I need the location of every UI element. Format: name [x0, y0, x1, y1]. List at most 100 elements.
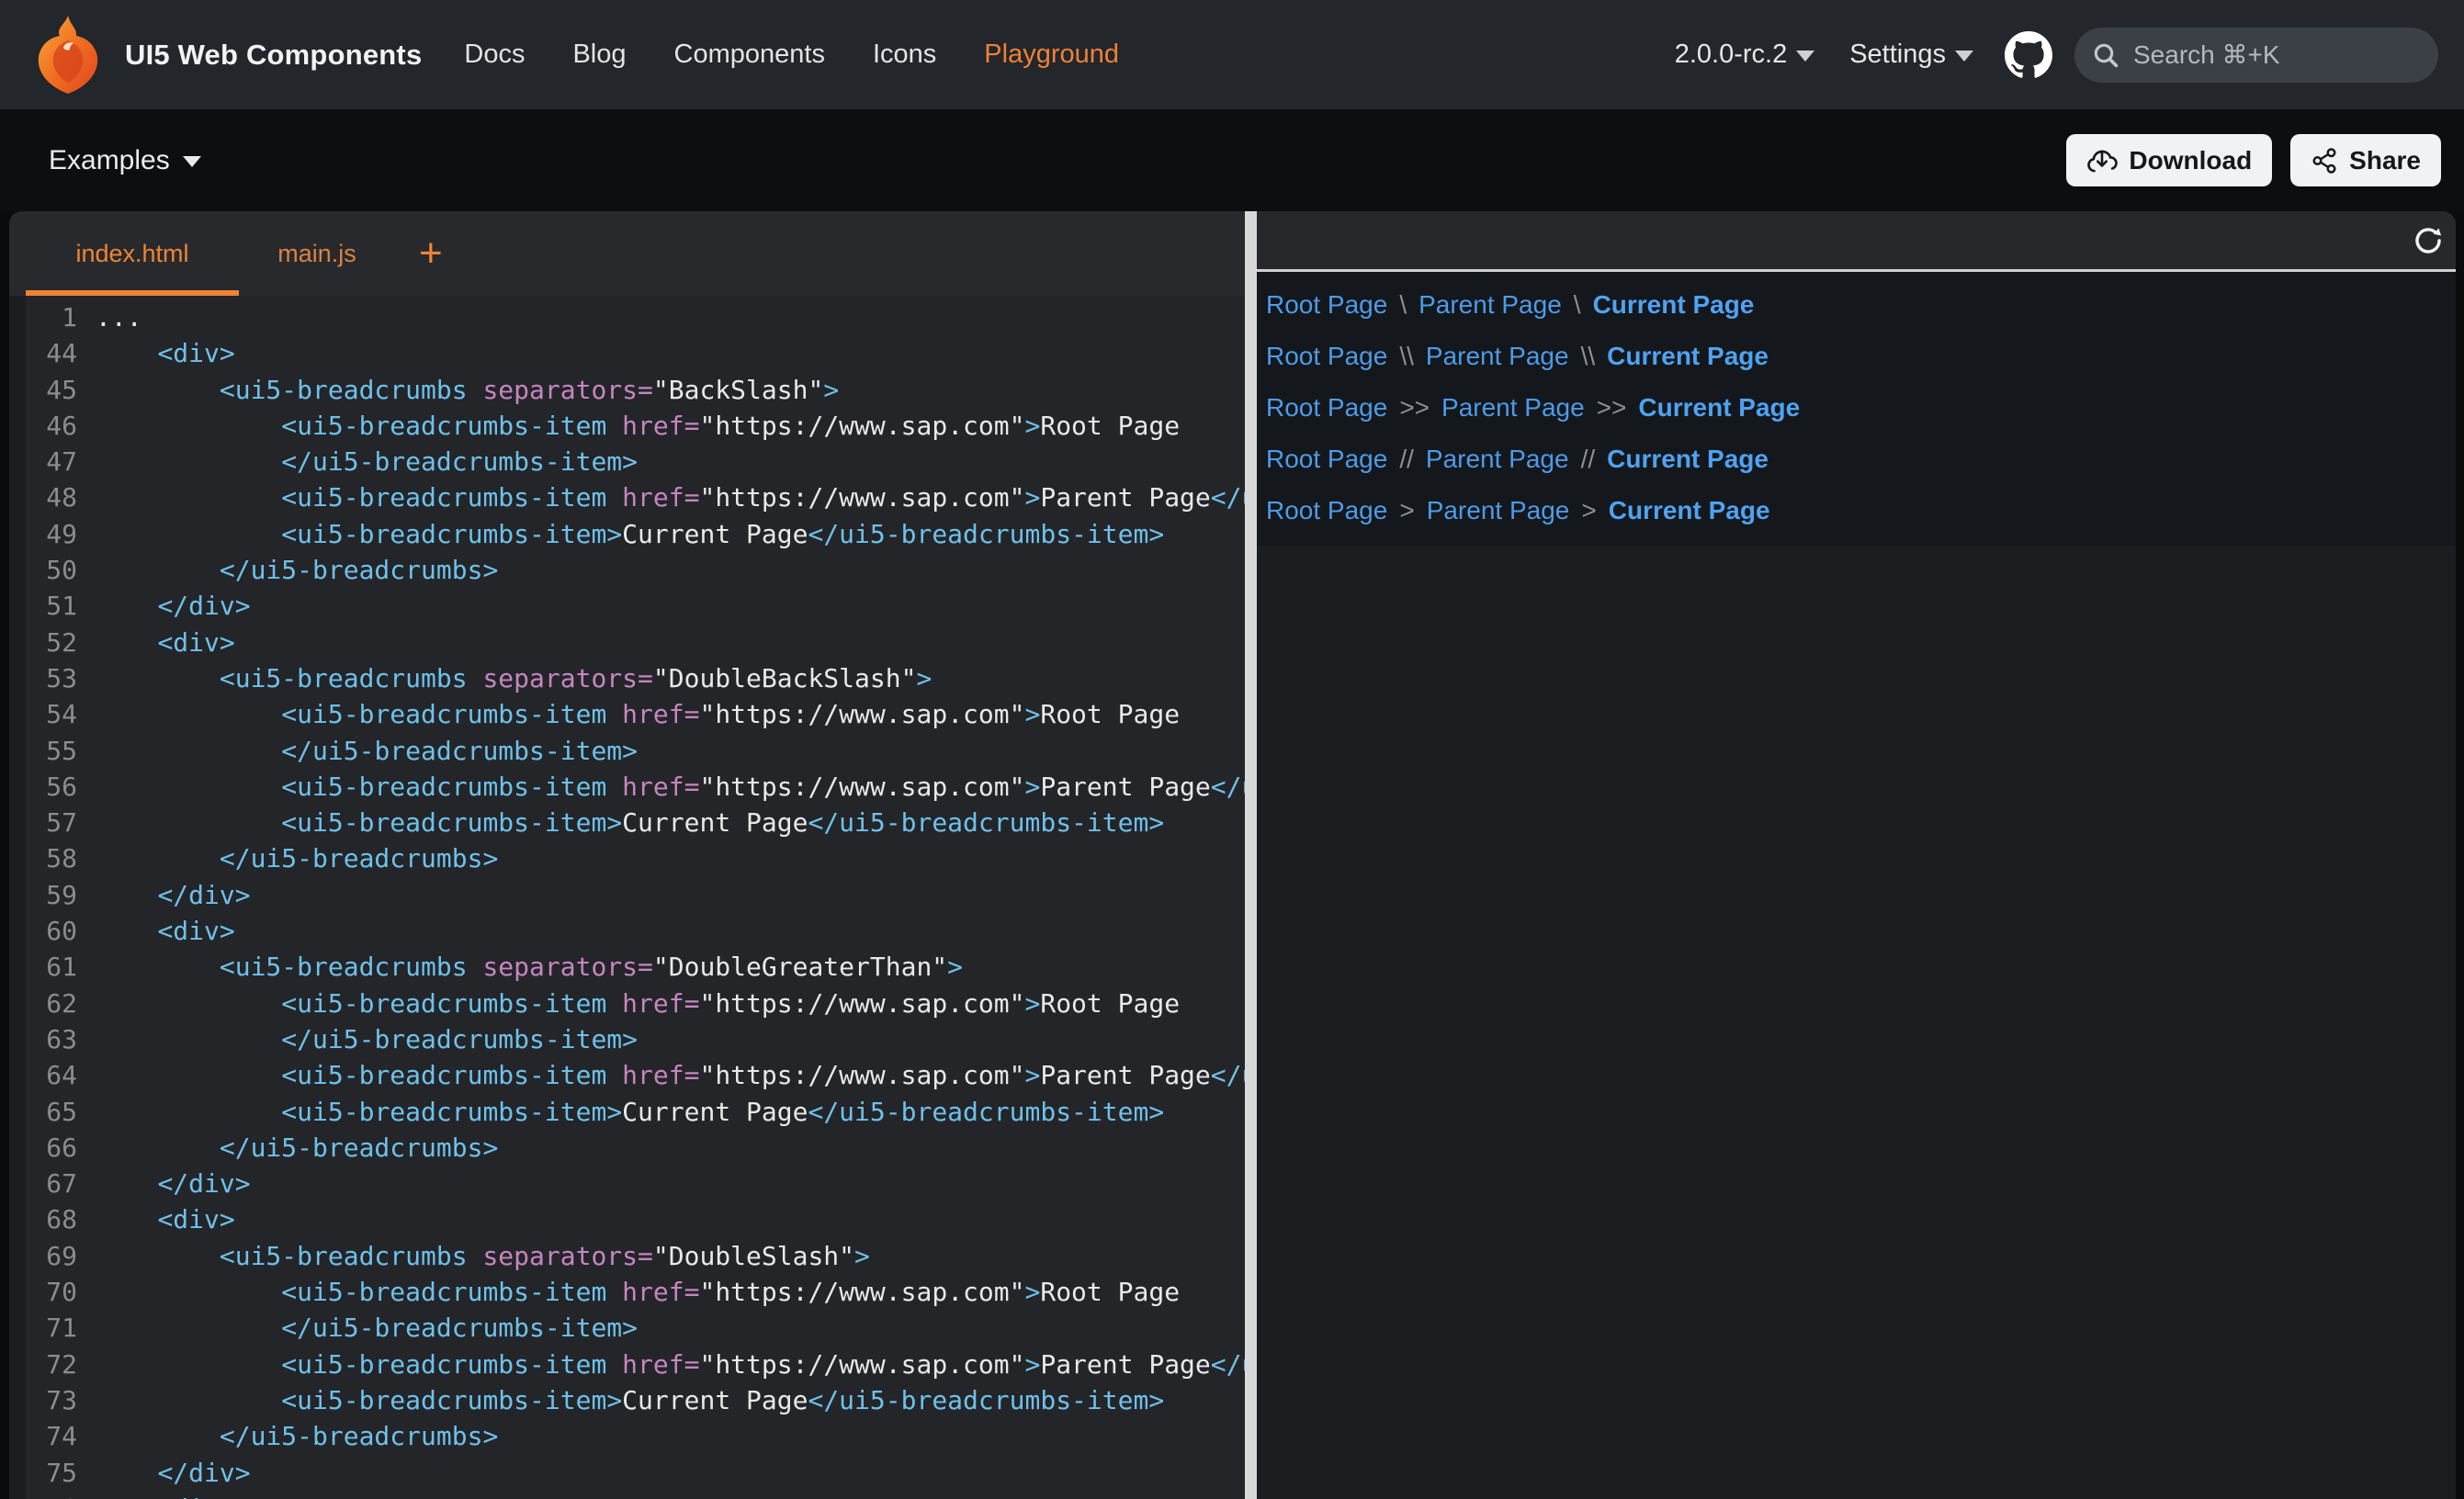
code-text: <ui5-breadcrumbs separators="BackSlash"> [77, 372, 839, 408]
share-button[interactable]: Share [2290, 134, 2441, 186]
code-line: 73 <ui5-breadcrumbs-item>Current Page</u… [9, 1382, 1245, 1418]
breadcrumb-link[interactable]: Root Page [1266, 393, 1387, 423]
breadcrumb-current: Current Page [1638, 393, 1800, 423]
code-line: 65 <ui5-breadcrumbs-item>Current Page</u… [9, 1094, 1245, 1130]
code-line: 46 <ui5-breadcrumbs-item href="https://w… [9, 408, 1245, 444]
breadcrumb-link[interactable]: Root Page [1266, 496, 1387, 525]
breadcrumb-link[interactable]: Root Page [1266, 342, 1387, 371]
code-text: <ui5-breadcrumbs-item>Current Page</ui5-… [77, 1382, 1164, 1418]
code-line: 66 </ui5-breadcrumbs> [9, 1130, 1245, 1166]
breadcrumb-row: Root Page>Parent Page>Current Page [1266, 485, 2456, 536]
nav-link-icons[interactable]: Icons [873, 39, 936, 70]
top-navbar: UI5 Web Components Docs Blog Components … [0, 0, 2464, 109]
code-line: 55 </ui5-breadcrumbs-item> [9, 733, 1245, 769]
settings-dropdown[interactable]: Settings [1849, 39, 1973, 70]
breadcrumb-row: Root Page\Parent Page\Current Page [1266, 279, 2456, 331]
preview-breadcrumbs: Root Page\Parent Page\Current PageRoot P… [1257, 272, 2456, 546]
code-line: 62 <ui5-breadcrumbs-item href="https://w… [9, 986, 1245, 1021]
code-line: 47 </ui5-breadcrumbs-item> [9, 444, 1245, 479]
examples-label: Examples [49, 145, 170, 176]
nav-link-playground[interactable]: Playground [984, 39, 1119, 70]
code-text: <div> [77, 1491, 235, 1499]
code-text: </ui5-breadcrumbs-item> [77, 1021, 638, 1057]
tab-main-js[interactable]: main.js [239, 211, 395, 296]
code-text: <ui5-breadcrumbs-item href="https://www.… [77, 1274, 1180, 1310]
code-text: <ui5-breadcrumbs separators="DoubleSlash… [77, 1238, 870, 1274]
nav-link-blog[interactable]: Blog [572, 39, 626, 70]
code-line: 64 <ui5-breadcrumbs-item href="https://w… [9, 1057, 1245, 1093]
chevron-down-icon [1796, 51, 1814, 62]
chevron-down-icon [1955, 51, 1973, 62]
pane-splitter[interactable] [1245, 211, 1257, 1499]
chevron-down-icon [183, 156, 201, 167]
breadcrumb-link[interactable]: Parent Page [1418, 290, 1562, 320]
nav-link-components[interactable]: Components [674, 39, 825, 70]
code-editor-pane[interactable]: index.html main.js + 1...44 <div>45 <ui5… [9, 211, 1245, 1499]
breadcrumb-separator: \\ [1399, 342, 1414, 371]
breadcrumb-row: Root Page//Parent Page//Current Page [1266, 434, 2456, 485]
code-text: <div> [77, 1201, 235, 1237]
phoenix-logo-icon[interactable] [26, 13, 110, 97]
code-line: 74 </ui5-breadcrumbs> [9, 1418, 1245, 1454]
code-line: 54 <ui5-breadcrumbs-item href="https://w… [9, 696, 1245, 732]
breadcrumb-current: Current Page [1607, 342, 1769, 371]
code-line: 60 <div> [9, 913, 1245, 949]
github-mark-icon[interactable] [2005, 31, 2052, 79]
code-text: </ui5-breadcrumbs-item> [77, 1310, 638, 1346]
code-line: 50 </ui5-breadcrumbs> [9, 552, 1245, 588]
breadcrumb-link[interactable]: Parent Page [1427, 496, 1570, 525]
breadcrumb-link[interactable]: Root Page [1266, 290, 1387, 320]
code-text: </ui5-breadcrumbs> [77, 552, 498, 588]
code-text: </ui5-breadcrumbs-item> [77, 444, 638, 479]
code-text: ... [77, 299, 142, 335]
refresh-button[interactable] [2413, 226, 2443, 255]
examples-dropdown[interactable]: Examples [49, 145, 201, 176]
search-input[interactable] [2133, 40, 2409, 70]
version-dropdown[interactable]: 2.0.0-rc.2 [1675, 39, 1815, 70]
code-text: </div> [77, 588, 251, 624]
code-text: <div> [77, 913, 235, 949]
nav-link-docs[interactable]: Docs [464, 39, 525, 70]
code-text: <ui5-breadcrumbs-item href="https://www.… [77, 769, 1245, 805]
download-button[interactable]: Download [2066, 134, 2272, 186]
code-text: <ui5-breadcrumbs-item href="https://www.… [77, 408, 1180, 444]
breadcrumb-current: Current Page [1593, 290, 1755, 320]
refresh-icon [2413, 226, 2443, 255]
add-tab-button[interactable]: + [419, 211, 443, 296]
code-line: 71 </ui5-breadcrumbs-item> [9, 1310, 1245, 1346]
code-text: <ui5-breadcrumbs-item href="https://www.… [77, 1347, 1245, 1382]
code-text: <div> [77, 335, 235, 371]
code-text: </div> [77, 1455, 251, 1491]
search-box[interactable] [2074, 28, 2438, 83]
editor-tabbar: index.html main.js + [9, 211, 1245, 296]
code-text: </ui5-breadcrumbs> [77, 1130, 498, 1166]
code-line: 76 <div> [9, 1491, 1245, 1499]
code-line: 45 <ui5-breadcrumbs separators="BackSlas… [9, 372, 1245, 408]
code-text: <ui5-breadcrumbs-item>Current Page</ui5-… [77, 1094, 1164, 1130]
code-line: 49 <ui5-breadcrumbs-item>Current Page</u… [9, 516, 1245, 552]
settings-label: Settings [1849, 39, 1946, 70]
breadcrumb-row: Root Page\\Parent Page\\Current Page [1266, 331, 2456, 382]
cloud-download-icon [2086, 147, 2118, 175]
code-line: 58 </ui5-breadcrumbs> [9, 840, 1245, 876]
code-line: 56 <ui5-breadcrumbs-item href="https://w… [9, 769, 1245, 805]
tab-index-html[interactable]: index.html [26, 211, 239, 296]
code-lines[interactable]: 1...44 <div>45 <ui5-breadcrumbs separato… [9, 296, 1245, 1499]
breadcrumb-link[interactable]: Parent Page [1441, 393, 1585, 423]
code-line: 59 </div> [9, 877, 1245, 913]
breadcrumb-link[interactable]: Parent Page [1426, 342, 1569, 371]
code-line: 69 <ui5-breadcrumbs separators="DoubleSl… [9, 1238, 1245, 1274]
code-line: 57 <ui5-breadcrumbs-item>Current Page</u… [9, 805, 1245, 840]
code-text: <ui5-breadcrumbs-item href="https://www.… [77, 696, 1180, 732]
share-nodes-icon [2311, 147, 2338, 175]
breadcrumb-separator: > [1581, 496, 1596, 525]
breadcrumb-separator: \ [1399, 290, 1407, 320]
code-line: 51 </div> [9, 588, 1245, 624]
code-text: <div> [77, 625, 235, 660]
breadcrumb-link[interactable]: Root Page [1266, 445, 1387, 474]
breadcrumb-separator: // [1399, 445, 1414, 474]
playground-workspace: index.html main.js + 1...44 <div>45 <ui5… [9, 211, 2456, 1499]
code-line: 53 <ui5-breadcrumbs separators="DoubleBa… [9, 660, 1245, 696]
breadcrumb-separator: >> [1399, 393, 1430, 423]
breadcrumb-link[interactable]: Parent Page [1426, 445, 1569, 474]
